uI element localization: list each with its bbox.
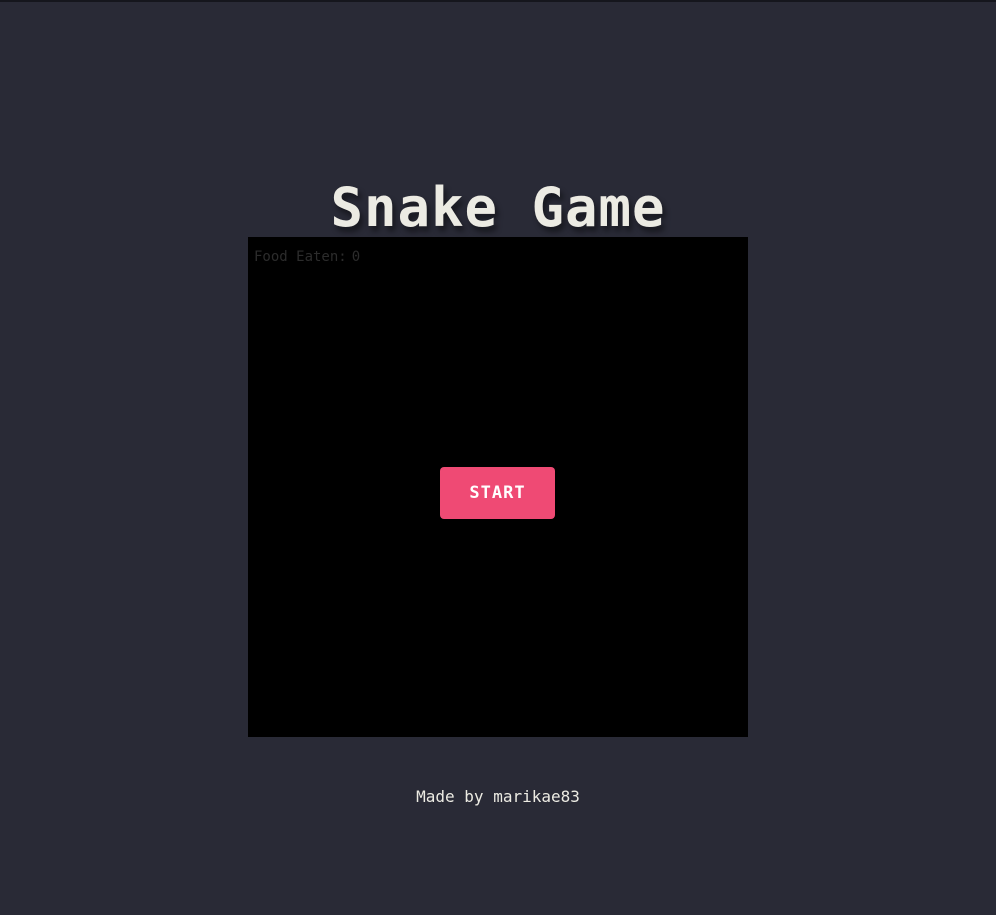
- footer-credit: Made by marikae83: [0, 787, 996, 807]
- author-link[interactable]: marikae83: [493, 787, 580, 806]
- start-button[interactable]: START: [440, 467, 555, 519]
- score-display: Food Eaten: 0: [254, 248, 360, 266]
- page-title: Snake Game: [330, 176, 666, 240]
- footer-prefix: Made by: [416, 787, 484, 806]
- score-label: Food Eaten:: [254, 249, 347, 265]
- game-board[interactable]: Food Eaten: 0 START: [248, 237, 748, 737]
- score-value: 0: [351, 249, 361, 265]
